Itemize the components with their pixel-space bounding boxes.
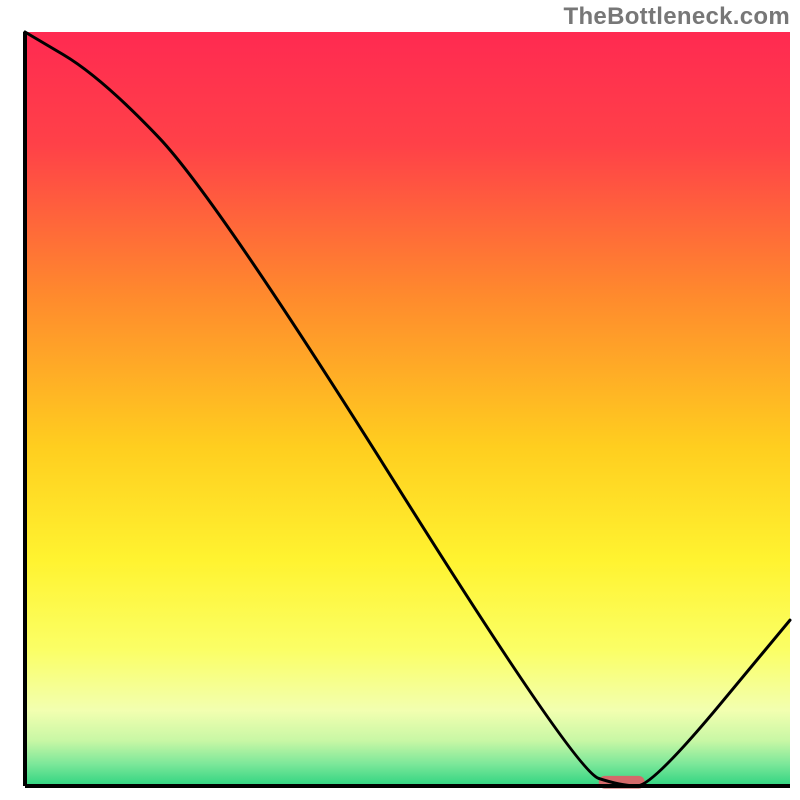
bottleneck-chart	[0, 0, 800, 800]
gradient-background	[25, 32, 790, 786]
chart-container: TheBottleneck.com	[0, 0, 800, 800]
